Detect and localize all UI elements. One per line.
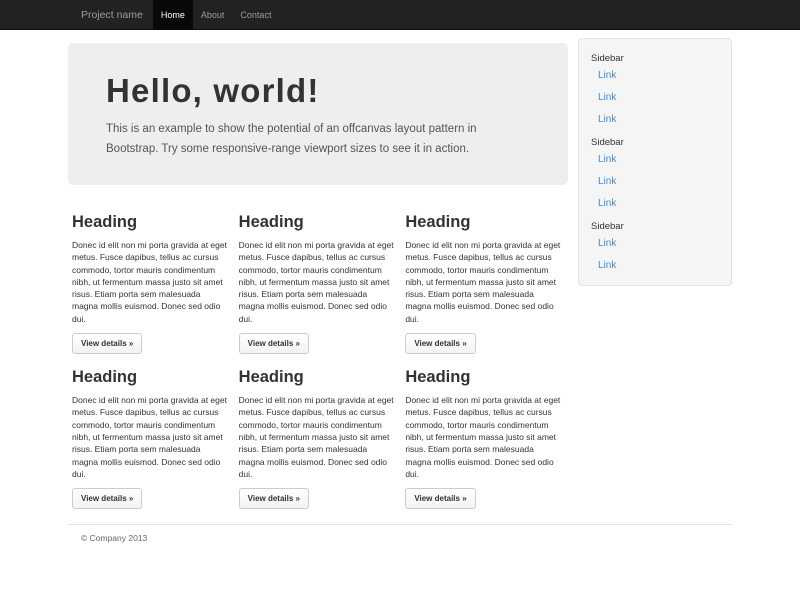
sidebar-link[interactable]: Link <box>579 255 731 277</box>
sidebar-well: Sidebar Link Link Link Sidebar Link Link… <box>578 38 732 286</box>
jumbotron-description: This is an example to show the potential… <box>106 119 528 159</box>
card-3: Heading Donec id elit non mi porta gravi… <box>401 185 568 354</box>
nav-item-contact[interactable]: Contact <box>232 0 279 30</box>
content-row: Hello, world! This is an example to show… <box>68 38 732 509</box>
page-footer: © Company 2013 <box>68 524 732 583</box>
navbar-container: Project name Home About Contact <box>68 0 732 30</box>
card-heading: Heading <box>72 213 229 231</box>
card-6: Heading Donec id elit non mi porta gravi… <box>401 354 568 509</box>
card-2: Heading Donec id elit non mi porta gravi… <box>235 185 402 354</box>
card-heading: Heading <box>405 213 562 231</box>
card-1: Heading Donec id elit non mi porta gravi… <box>68 185 235 354</box>
page-title: Hello, world! <box>106 73 528 109</box>
view-details-button[interactable]: View details » <box>72 488 142 509</box>
view-details-button[interactable]: View details » <box>72 333 142 354</box>
nav-item-home[interactable]: Home <box>153 0 193 30</box>
card-body-text: Donec id elit non mi porta gravida at eg… <box>239 394 396 480</box>
card-heading: Heading <box>239 213 396 231</box>
sidebar-link[interactable]: Link <box>579 171 731 193</box>
card-4: Heading Donec id elit non mi porta gravi… <box>68 354 235 509</box>
card-body-text: Donec id elit non mi porta gravida at eg… <box>405 394 562 480</box>
sidebar: Sidebar Link Link Link Sidebar Link Link… <box>568 38 732 509</box>
cards-row-2: Heading Donec id elit non mi porta gravi… <box>68 354 568 509</box>
sidebar-link[interactable]: Link <box>579 149 731 171</box>
card-5: Heading Donec id elit non mi porta gravi… <box>235 354 402 509</box>
cards-row-1: Heading Donec id elit non mi porta gravi… <box>68 185 568 354</box>
main-content: Hello, world! This is an example to show… <box>68 38 568 509</box>
sidebar-link[interactable]: Link <box>579 109 731 131</box>
card-body-text: Donec id elit non mi porta gravida at eg… <box>72 394 229 480</box>
view-details-button[interactable]: View details » <box>239 333 309 354</box>
view-details-button[interactable]: View details » <box>239 488 309 509</box>
copyright-text: © Company 2013 <box>68 533 732 543</box>
jumbotron: Hello, world! This is an example to show… <box>68 43 568 185</box>
card-heading: Heading <box>72 368 229 386</box>
card-heading: Heading <box>239 368 396 386</box>
page-container: Hello, world! This is an example to show… <box>68 38 732 583</box>
sidebar-link[interactable]: Link <box>579 65 731 87</box>
view-details-button[interactable]: View details » <box>405 488 475 509</box>
sidebar-group-header: Sidebar <box>591 53 731 65</box>
sidebar-link[interactable]: Link <box>579 233 731 255</box>
sidebar-link[interactable]: Link <box>579 193 731 215</box>
nav-item-about[interactable]: About <box>193 0 233 30</box>
sidebar-group-header: Sidebar <box>591 137 731 149</box>
card-body-text: Donec id elit non mi porta gravida at eg… <box>239 239 396 325</box>
card-heading: Heading <box>405 368 562 386</box>
navbar-nav: Home About Contact <box>153 0 280 30</box>
top-navbar: Project name Home About Contact <box>0 0 800 30</box>
view-details-button[interactable]: View details » <box>405 333 475 354</box>
sidebar-link[interactable]: Link <box>579 87 731 109</box>
sidebar-group-header: Sidebar <box>591 221 731 233</box>
navbar-brand[interactable]: Project name <box>68 0 153 30</box>
card-body-text: Donec id elit non mi porta gravida at eg… <box>72 239 229 325</box>
card-body-text: Donec id elit non mi porta gravida at eg… <box>405 239 562 325</box>
